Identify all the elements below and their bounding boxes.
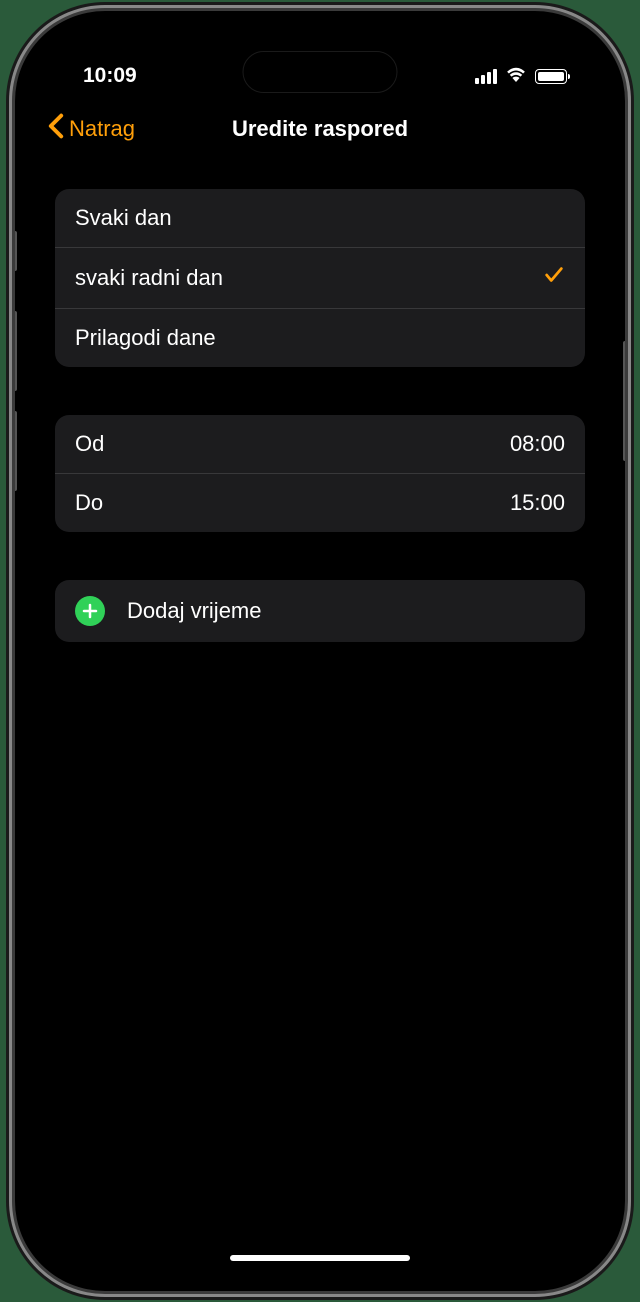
- time-from-label: Od: [75, 431, 104, 457]
- back-button[interactable]: Natrag: [47, 113, 135, 145]
- side-button: [15, 231, 17, 271]
- side-button: [15, 411, 17, 491]
- option-label: Prilagodi dane: [75, 325, 216, 351]
- phone-screen: 10:09: [33, 29, 607, 1273]
- add-time-button[interactable]: Dodaj vrijeme: [55, 580, 585, 642]
- schedule-options-group: Svaki dan svaki radni dan Prilagodi dane: [55, 189, 585, 367]
- cellular-icon: [475, 69, 497, 84]
- content: Svaki dan svaki radni dan Prilagodi dane: [33, 159, 607, 642]
- option-label: svaki radni dan: [75, 265, 223, 291]
- checkmark-icon: [543, 264, 565, 292]
- option-every-weekday[interactable]: svaki radni dan: [55, 248, 585, 309]
- time-from-row[interactable]: Od 08:00: [55, 415, 585, 474]
- time-to-value: 15:00: [510, 490, 565, 516]
- wifi-icon: [505, 66, 527, 87]
- battery-icon: [535, 69, 567, 84]
- phone-frame: 10:09: [15, 11, 625, 1291]
- time-from-value: 08:00: [510, 431, 565, 457]
- time-to-label: Do: [75, 490, 103, 516]
- home-indicator[interactable]: [230, 1255, 410, 1261]
- time-range-group: Od 08:00 Do 15:00: [55, 415, 585, 532]
- status-time: 10:09: [83, 64, 137, 88]
- side-button: [15, 311, 17, 391]
- nav-header: Natrag Uredite raspored: [33, 99, 607, 159]
- option-label: Svaki dan: [75, 205, 172, 231]
- add-time-label: Dodaj vrijeme: [127, 598, 262, 624]
- plus-circle-icon: [75, 596, 105, 626]
- back-label: Natrag: [69, 116, 135, 142]
- option-every-day[interactable]: Svaki dan: [55, 189, 585, 248]
- option-customize-days[interactable]: Prilagodi dane: [55, 309, 585, 367]
- side-button: [623, 341, 625, 461]
- dynamic-island: [243, 51, 398, 93]
- chevron-left-icon: [47, 113, 65, 145]
- status-icons: [475, 66, 567, 87]
- time-to-row[interactable]: Do 15:00: [55, 474, 585, 532]
